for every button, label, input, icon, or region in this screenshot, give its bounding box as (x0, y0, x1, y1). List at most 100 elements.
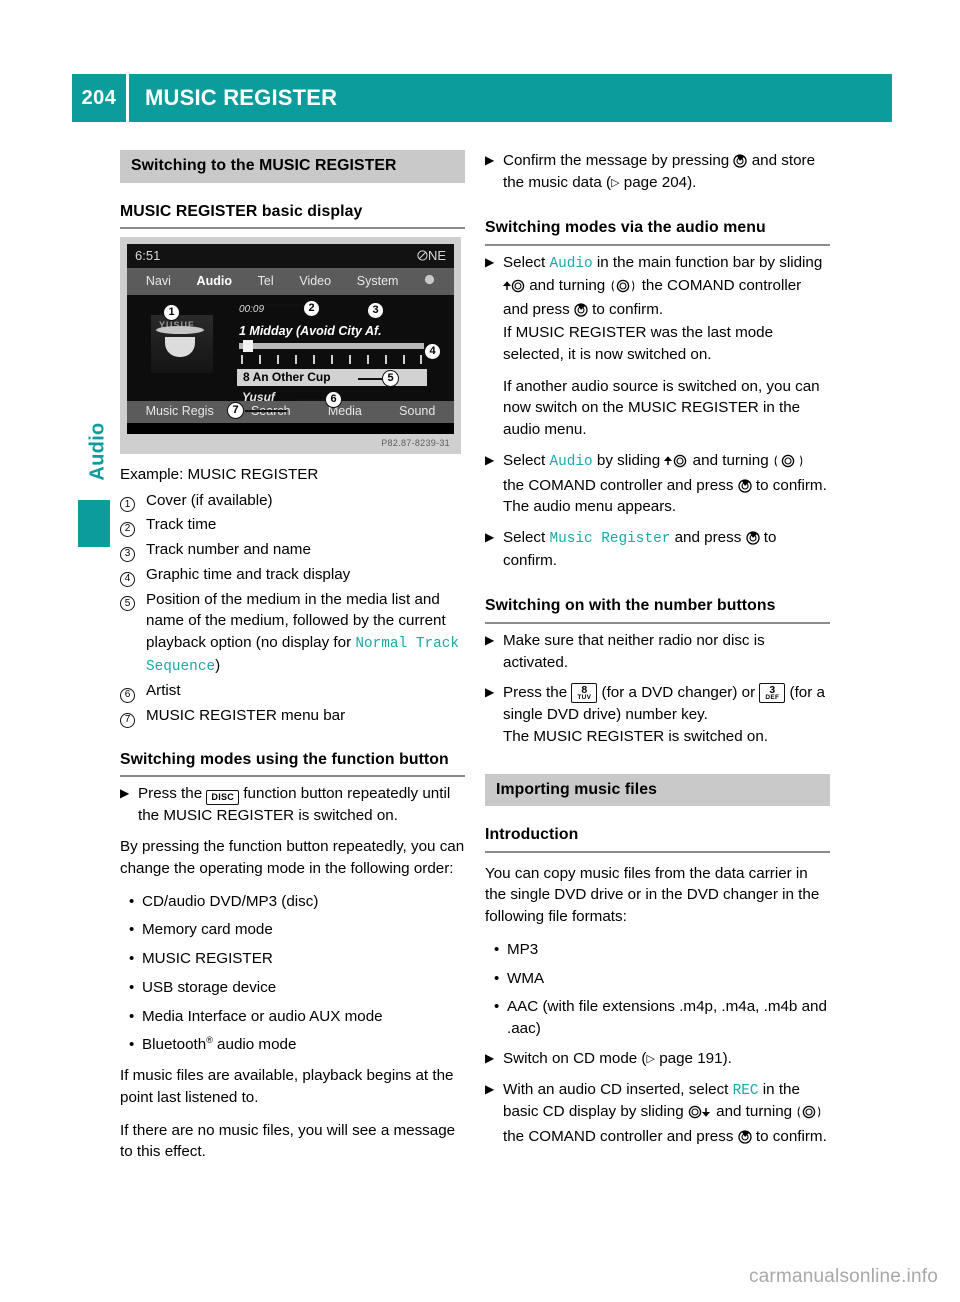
side-tab-marker (78, 500, 110, 547)
legend-item: 7 MUSIC REGISTER menu bar (120, 705, 465, 728)
step-press-number-key: ▶ Press the 8 TUV (for a DVD changer) or … (485, 682, 830, 747)
list-item: • Memory card mode (120, 919, 465, 941)
compass-icon (417, 250, 428, 261)
heading-number-buttons: Switching on with the number buttons (485, 595, 830, 624)
bullet-icon: • (129, 892, 135, 910)
result-audio-menu-appears: The audio menu appears. (503, 498, 677, 516)
menu-item-video: Video (299, 273, 332, 288)
legend-item: 6 Artist (120, 680, 465, 703)
menu-status-dot (424, 273, 435, 291)
term-audio: Audio (549, 453, 593, 470)
controller-press-icon (574, 303, 588, 318)
paragraph-copy-formats: You can copy music files from the data c… (485, 864, 820, 926)
legend-item: 1 Cover (if available) (120, 490, 465, 513)
screenshot-main-function-bar: Navi Audio Tel Video System (127, 268, 454, 296)
legend-item: 5 Position of the medium in the media li… (120, 589, 465, 678)
step-arrow-icon: ▶ (485, 529, 495, 544)
progress-knob (243, 340, 253, 353)
paragraph-playback-resume: If music files are available, playback b… (120, 1067, 454, 1106)
step-make-sure: ▶ Make sure that neither radio nor disc … (485, 630, 830, 673)
number-key-8: 8 TUV (571, 682, 598, 703)
screenshot-clock: 6:51 (135, 247, 161, 263)
step-select-music-register: ▶ Select Music Register and press to con… (485, 527, 830, 571)
list-item-label: USB storage device (142, 978, 277, 996)
heading-importing-music-files: Importing music files (485, 773, 830, 807)
list-item-label: CD/audio DVD/MP3 (disc) (142, 892, 319, 910)
list-item: • CD/audio DVD/MP3 (disc) (120, 891, 465, 913)
paragraph-operating-order: By pressing the function button repeated… (120, 838, 465, 877)
step-arrow-icon: ▶ (485, 255, 495, 270)
legend-number: 4 (120, 564, 146, 587)
heading-function-button: Switching modes using the function butto… (120, 749, 465, 778)
section-side-tab: Audio (78, 400, 118, 547)
bullet-icon: • (129, 950, 135, 968)
controller-turn-icon (609, 278, 637, 300)
menu-item-navi: Navi (145, 273, 171, 288)
screenshot-status-bar: 6:51 NE (127, 244, 454, 269)
heading-switching-to-music-register: Switching to the MUSIC REGISTER (120, 150, 465, 183)
figure-reference-code: P82.87-8239-31 (381, 438, 450, 449)
page-reference: page 191 (659, 1049, 723, 1067)
page-header: 204 MUSIC REGISTER (72, 74, 892, 122)
cup-graphic (156, 326, 204, 358)
list-item-bluetooth: • Bluetooth® audio mode (120, 1034, 465, 1056)
list-item-label: Bluetooth® audio mode (142, 1035, 297, 1054)
step-switch-cd-mode: ▶ Switch on CD mode (▷ page 191). (485, 1048, 830, 1070)
side-tab-label: Audio (86, 422, 109, 481)
controller-turn-icon (796, 1104, 822, 1126)
list-item: • WMA (485, 968, 830, 990)
controller-slide-up-icon (502, 278, 525, 300)
bullet-icon: • (129, 1036, 135, 1054)
bullet-icon: • (129, 1007, 135, 1025)
controller-press-icon (745, 531, 760, 545)
list-item-label: MUSIC REGISTER (142, 950, 273, 968)
step-text: Select Music Register and press to confi… (503, 528, 777, 569)
list-item-label: Memory card mode (142, 921, 273, 939)
step-arrow-icon: ▶ (485, 1050, 495, 1065)
bottom-item-sound: Sound (399, 404, 436, 419)
step-arrow-icon: ▶ (485, 153, 495, 167)
step-text: Switch on CD mode (▷ page 191). (503, 1049, 732, 1067)
left-column: Switching to the MUSIC REGISTER MUSIC RE… (120, 150, 465, 1174)
step-text: Select Audio by sliding and turning the … (503, 450, 830, 518)
legend-item: 4 Graphic time and track display (120, 564, 465, 587)
number-key-3: 3 DEF (759, 682, 786, 703)
step-text: Make sure that neither radio nor disc is… (503, 631, 765, 671)
bullet-icon: • (494, 998, 500, 1016)
heading-introduction: Introduction (485, 824, 830, 853)
step-press-disc: ▶ Press the DISC function button repeate… (120, 783, 465, 827)
track-tick-marks (239, 355, 424, 365)
page-number: 204 (72, 74, 126, 122)
menu-item-system: System (356, 273, 399, 288)
controller-press-icon (733, 154, 748, 168)
term-rec: REC (732, 1082, 759, 1099)
right-column: ▶ Confirm the message by pressing and st… (485, 150, 830, 1157)
legend-number: 1 (120, 490, 146, 513)
legend-item: 2 Track time (120, 514, 465, 538)
step-text: Press the 8 TUV (for a DVD changer) or 3D… (503, 682, 830, 747)
list-item: • MUSIC REGISTER (120, 948, 465, 970)
step-confirm-message: ▶ Confirm the message by pressing and st… (485, 150, 830, 193)
controller-slide-down-icon (688, 1104, 712, 1126)
result-switched-on: The MUSIC REGISTER is switched on. (503, 727, 769, 745)
step-select-audio-main-bar: ▶ Select Audio in the main function bar … (485, 252, 830, 441)
result-last-mode: If MUSIC REGISTER was the last mode sele… (503, 324, 774, 363)
legend-number: 2 (120, 514, 146, 538)
list-item-label: Media Interface or audio AUX mode (142, 1007, 383, 1025)
site-watermark: carmanualsonline.info (748, 1266, 938, 1287)
bottom-item-search: Search (251, 403, 291, 421)
legend-number: 6 (120, 680, 146, 703)
step-arrow-icon: ▶ (485, 452, 495, 467)
comand-screenshot: 6:51 NE Navi Audio Tel Video System YUSU… (127, 244, 454, 435)
step-text: With an audio CD inserted, select REC in… (503, 1080, 827, 1145)
bottom-item-music-register: Music Regis (145, 404, 214, 419)
bullet-icon: • (129, 921, 135, 939)
bullet-icon: • (494, 969, 500, 987)
registered-trademark-icon: ® (206, 1035, 213, 1046)
legend-label: Track time (146, 516, 217, 534)
legend-label: Cover (if available) (146, 491, 273, 509)
list-item-label: WMA (507, 969, 545, 987)
legend-label: Graphic time and track display (146, 565, 351, 583)
step-arrow-icon: ▶ (120, 786, 130, 801)
legend-label: MUSIC REGISTER menu bar (146, 707, 346, 725)
